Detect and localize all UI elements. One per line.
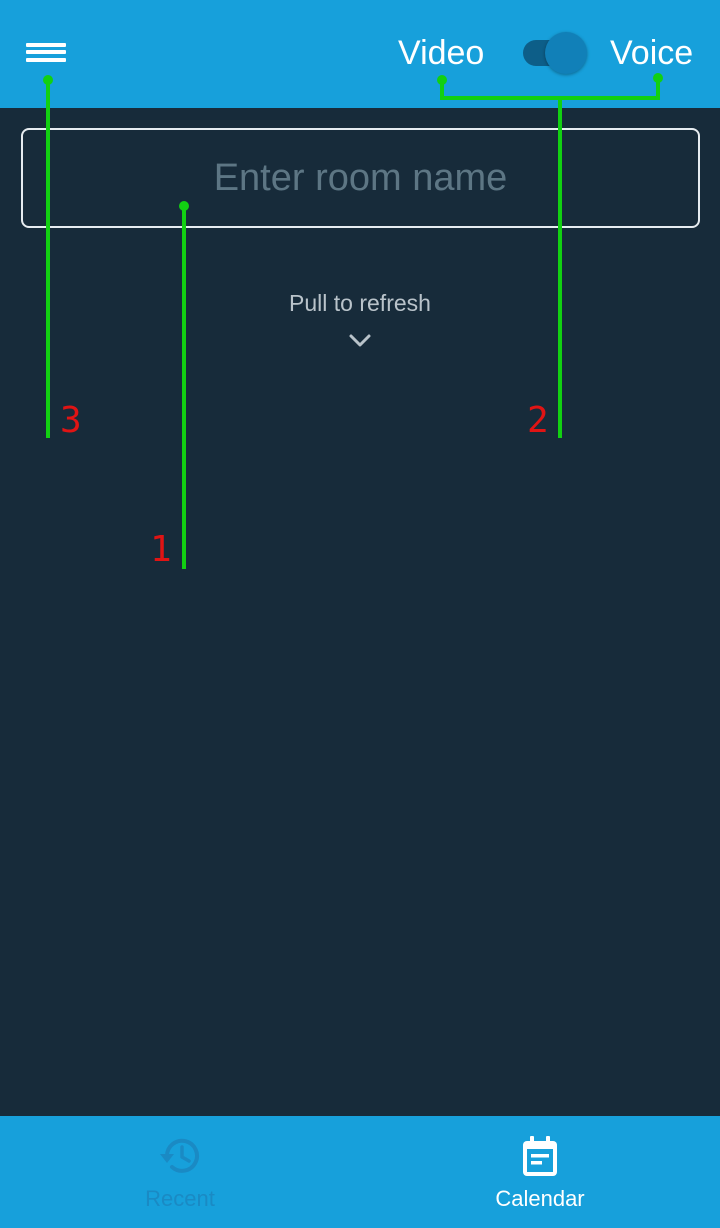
tab-calendar[interactable]: Calendar [360,1116,720,1228]
pull-to-refresh-label: Pull to refresh [289,290,431,316]
annotation-3-line [46,80,50,438]
video-mode-label[interactable]: Video [398,30,484,76]
tab-recent[interactable]: Recent [0,1116,360,1228]
menu-button[interactable] [20,30,72,74]
annotation-2-number: 2 [527,400,549,441]
annotation-1-number: 1 [150,529,172,570]
tab-recent-label: Recent [145,1186,215,1211]
annotation-3-number: 3 [60,400,82,441]
calendar-icon [523,1136,557,1176]
chevron-down-icon [349,334,371,347]
annotation-2-line [558,96,562,438]
history-icon [160,1138,199,1173]
tab-calendar-label: Calendar [495,1186,585,1211]
room-name-input[interactable] [21,128,700,228]
annotation-2-bracket-bar [440,96,660,100]
video-voice-toggle[interactable] [521,32,589,74]
toggle-thumb [545,32,587,74]
bottom-navigation: Recent Calendar [0,1116,720,1228]
app-header: Video Voice [0,0,720,108]
voice-mode-label[interactable]: Voice [610,30,693,76]
hamburger-menu-icon [26,39,66,65]
annotation-1-line [182,206,186,569]
